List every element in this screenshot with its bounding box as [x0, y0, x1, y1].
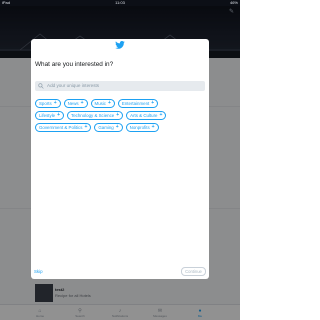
chip-label: Technology & Science: [71, 113, 115, 118]
chip-label: Nonprofits: [129, 125, 150, 130]
interest-chip-nonprofits[interactable]: Nonprofits +: [125, 123, 159, 132]
battery-level: 46%: [229, 0, 238, 5]
plus-icon: +: [57, 112, 61, 118]
plus-icon: +: [108, 100, 111, 106]
chip-row: Sports + News + Music + Entertainment +: [35, 99, 209, 108]
interest-chip-gaming[interactable]: Gaming +: [94, 123, 123, 132]
modal-title: What are you interested in?: [35, 61, 114, 68]
interest-chips: Sports + News + Music + Entertainment + Life…: [35, 99, 209, 135]
chip-label: Entertainment: [121, 101, 150, 106]
plus-icon: +: [151, 100, 155, 106]
chip-label: Gaming: [98, 125, 114, 130]
chip-label: Arts & Culture: [130, 113, 158, 118]
chip-label: News: [67, 101, 79, 106]
interest-chip-entertainment[interactable]: Entertainment +: [117, 99, 159, 108]
chip-row: Lifestyle + Technology & Science + Arts & …: [35, 111, 209, 120]
status-bar: iPad 11:03 46%: [0, 0, 240, 6]
plus-icon: +: [53, 100, 57, 106]
plus-icon: +: [115, 124, 119, 130]
skip-button[interactable]: Skip: [34, 269, 43, 274]
search-icon: [38, 83, 44, 89]
interest-chip-government-politics[interactable]: Government & Politics +: [35, 123, 92, 132]
chip-label: Lifestyle: [39, 113, 56, 118]
interest-chip-technology-science[interactable]: Technology & Science +: [67, 111, 124, 120]
plus-icon: +: [151, 124, 155, 130]
interest-chip-news[interactable]: News +: [63, 99, 88, 108]
plus-icon: +: [80, 100, 84, 106]
plus-icon: +: [116, 112, 120, 118]
plus-icon: +: [159, 112, 163, 118]
interest-chip-lifestyle[interactable]: Lifestyle +: [35, 111, 65, 120]
chip-label: Government & Politics: [39, 125, 83, 130]
search-placeholder: Add your unique interests: [47, 83, 100, 88]
chip-label: Music: [94, 101, 106, 106]
twitter-bird-icon: [115, 41, 125, 49]
clock: 11:03: [115, 0, 125, 5]
interests-search-input[interactable]: Add your unique interests: [35, 81, 205, 91]
continue-button[interactable]: Continue: [181, 267, 206, 276]
interest-chip-music[interactable]: Music +: [90, 99, 115, 108]
interest-chip-arts-culture[interactable]: Arts & Culture +: [126, 111, 167, 120]
interest-chip-sports[interactable]: Sports +: [35, 99, 61, 108]
interests-modal: What are you interested in? Add your uni…: [31, 39, 209, 279]
chip-label: Sports: [39, 101, 52, 106]
chip-row: Government & Politics + Gaming + Nonprofit…: [35, 123, 209, 132]
plus-icon: +: [84, 124, 88, 130]
